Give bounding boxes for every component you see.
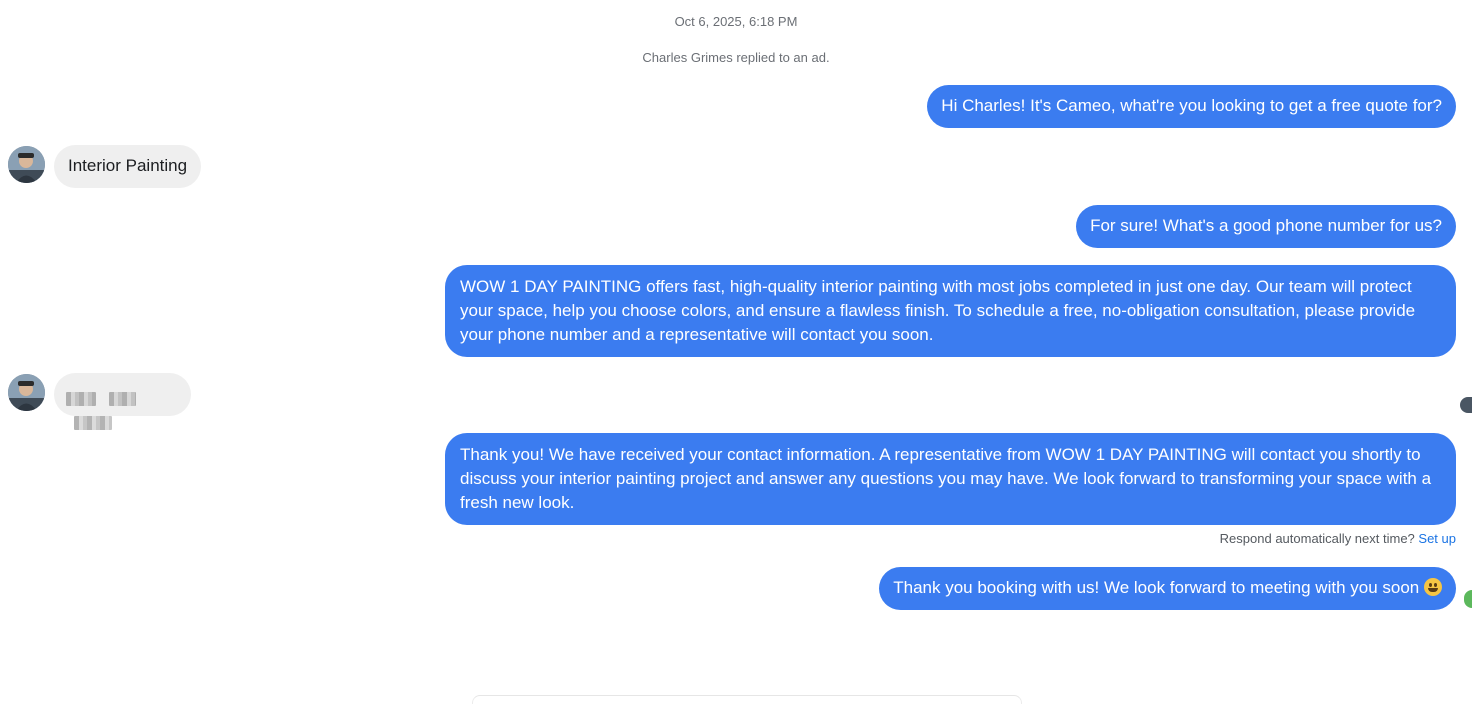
auto-respond-text: Respond automatically next time? <box>1219 531 1415 546</box>
outgoing-message[interactable]: Thank you! We have received your contact… <box>445 433 1456 525</box>
outgoing-message[interactable]: Hi Charles! It's Cameo, what're you look… <box>927 85 1456 128</box>
chat-thread: Oct 6, 2025, 6:18 PM Charles Grimes repl… <box>0 0 1472 704</box>
message-text: Thank you booking with us! We look forwa… <box>893 578 1420 597</box>
incoming-message-redacted[interactable] <box>54 373 191 430</box>
incoming-message[interactable]: Interior Painting <box>54 145 202 188</box>
smiling-face-emoji-icon <box>1424 578 1442 596</box>
auto-respond-prompt: Respond automatically next time? Set up <box>1220 531 1456 546</box>
conversation-timestamp: Oct 6, 2025, 6:18 PM <box>674 14 798 29</box>
message-text: Hi Charles! It's Cameo, what're you look… <box>941 96 1442 115</box>
customer-avatar[interactable] <box>8 374 45 411</box>
seen-indicator-avatar <box>1460 397 1472 413</box>
message-text: Interior Painting <box>68 156 188 175</box>
customer-avatar[interactable] <box>8 146 45 183</box>
redacted-text-block <box>108 391 136 406</box>
message-text: For sure! What's a good phone number for… <box>1090 216 1442 235</box>
message-composer[interactable] <box>472 695 1022 704</box>
message-text: Thank you! We have received your contact… <box>460 445 1432 512</box>
outgoing-message[interactable]: WOW 1 DAY PAINTING offers fast, high-qua… <box>445 265 1456 357</box>
ad-reply-note: Charles Grimes replied to an ad. <box>642 50 830 65</box>
outgoing-message[interactable]: Thank you booking with us! We look forwa… <box>879 567 1456 610</box>
outgoing-message[interactable]: For sure! What's a good phone number for… <box>1076 205 1456 248</box>
redacted-text-block <box>74 415 112 430</box>
message-text: WOW 1 DAY PAINTING offers fast, high-qua… <box>460 277 1416 344</box>
redacted-text-block <box>66 391 96 406</box>
set-up-link[interactable]: Set up <box>1418 531 1456 546</box>
read-receipt-icon <box>1464 590 1472 608</box>
